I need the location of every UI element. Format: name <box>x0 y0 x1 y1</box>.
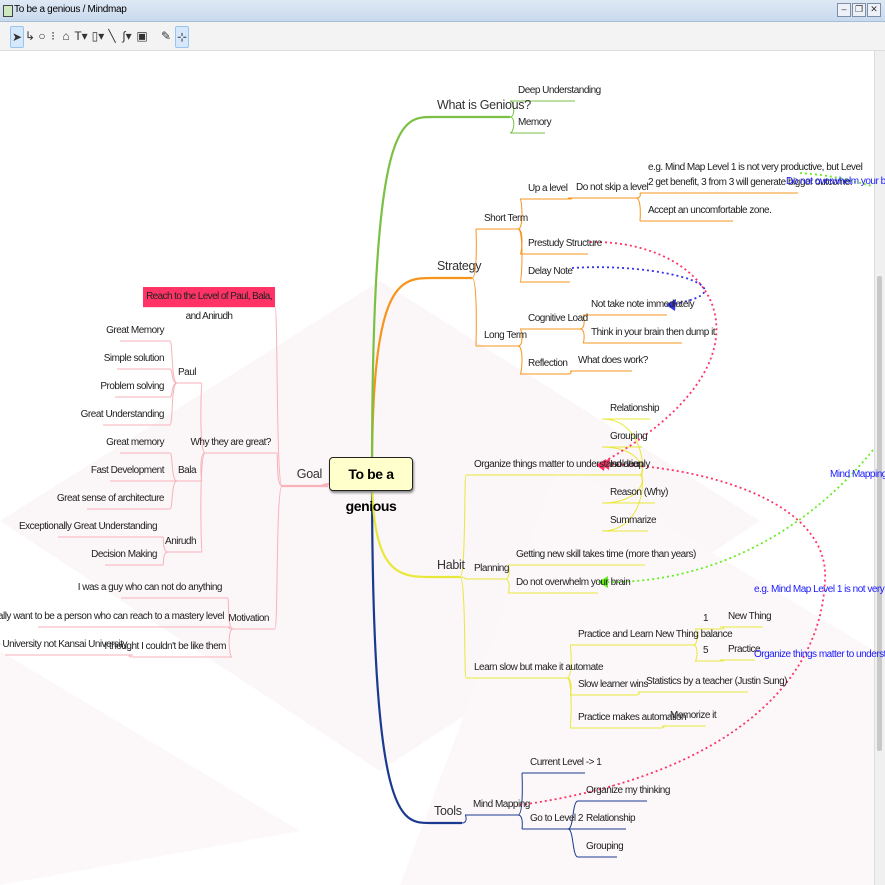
topic-cl[interactable]: Cognitive Load <box>528 313 588 325</box>
topic-ls[interactable]: Learn slow but make it automate <box>474 662 604 674</box>
topic-mot[interactable]: Motivation <box>228 613 269 625</box>
topic-rel1[interactable]: Relationship <box>610 403 660 415</box>
topic-five[interactable]: 5 <box>703 645 709 657</box>
topic-mem[interactable]: Memory <box>518 117 552 129</box>
topic-tb[interactable]: Think in your brain then dump it <box>591 327 716 339</box>
floating-label[interactable]: Organize things matter to understand ... <box>754 649 885 660</box>
topic-gns[interactable]: Getting new skill takes time (more than … <box>516 549 696 561</box>
topic-irr[interactable]: I really really want to be a person who … <box>0 611 224 623</box>
topic-cur[interactable]: Current Level -> 1 <box>530 757 602 769</box>
topic-eg-line1[interactable]: e.g. Mind Map Level 1 is not very produc… <box>648 162 863 174</box>
topic-strat[interactable]: Strategy <box>437 259 481 274</box>
topic-ps[interactable]: Problem solving <box>100 381 164 393</box>
topic-gm2[interactable]: Great memory <box>106 437 164 449</box>
topic-pre[interactable]: Prestudy Structure <box>528 238 602 250</box>
topic-tools[interactable]: Tools <box>434 804 462 819</box>
branch-connector <box>169 340 178 384</box>
topic-dm[interactable]: Decision Making <box>91 549 157 561</box>
branch-connector <box>274 306 283 487</box>
topic-pl[interactable]: Practice and Learn New Thing balance <box>578 629 733 641</box>
topic-dns[interactable]: Do not skip a level <box>576 182 649 194</box>
branch-connector <box>461 814 467 824</box>
branch-connector <box>517 345 523 375</box>
topic-grp1[interactable]: Grouping <box>610 431 648 443</box>
topic-slw[interactable]: Slow learner wins <box>578 679 648 691</box>
topic-plan[interactable]: Planning <box>474 563 509 575</box>
topic-nt2[interactable]: New Thing <box>728 611 772 623</box>
topic-nt[interactable]: Not take note immediately <box>591 299 695 311</box>
topic-goal[interactable]: Goal <box>297 467 323 482</box>
branch-connector <box>509 116 515 134</box>
branch-connector <box>274 485 283 630</box>
branch-connector <box>169 480 178 510</box>
branch-connector <box>370 473 431 825</box>
topic-stat[interactable]: Statistics by a teacher (Justin Sung) <box>646 676 788 688</box>
topic-rea[interactable]: Reason (Why) <box>610 487 668 499</box>
topic-iwas[interactable]: I was a guy who can not do anything <box>78 582 223 594</box>
topic-dno[interactable]: Do not overwhelm your brain <box>516 577 631 589</box>
branch-connector <box>370 115 434 475</box>
relation-link-red <box>589 241 718 466</box>
branch-connector <box>692 644 698 662</box>
topic-ani[interactable]: Anirudh <box>165 536 196 548</box>
branch-connector <box>370 276 434 475</box>
branch-connector <box>200 452 206 553</box>
branch-connector <box>228 628 234 658</box>
topic-upl[interactable]: Up a level <box>528 183 568 195</box>
topic-habit[interactable]: Habit <box>437 558 465 573</box>
topic-deep[interactable]: Deep Understanding <box>518 85 601 97</box>
topic-acc[interactable]: Accept an uncomfortable zone. <box>648 205 772 217</box>
branch-connector <box>567 828 579 858</box>
topic-gm[interactable]: Great Memory <box>106 325 164 337</box>
floating-label[interactable]: Do not overwhelm your brain. <box>786 176 885 187</box>
branch-connector <box>566 677 572 729</box>
topic-rel2[interactable]: Relationship <box>586 813 636 825</box>
topic-gu[interactable]: Great Understanding <box>81 409 165 421</box>
floating-label[interactable]: e.g. Mind Map Level 1 is not very prod..… <box>754 584 885 595</box>
topic-wdw[interactable]: What does work? <box>578 355 648 367</box>
branch-connector <box>169 382 178 426</box>
topic-ss[interactable]: Simple solution <box>104 353 165 365</box>
topic-fd[interactable]: Fast Development <box>91 465 165 477</box>
root-topic[interactable]: To be a genious <box>329 457 413 514</box>
topic-wig[interactable]: What is Genious? <box>437 98 531 113</box>
topic-iso[interactable]: Isolation <box>610 459 643 471</box>
topic-st[interactable]: Short Term <box>484 213 528 225</box>
topic-sum[interactable]: Summarize <box>610 515 657 527</box>
topic-egu[interactable]: Exceptionally Great Understanding <box>19 521 158 533</box>
topic-why[interactable]: Why they are great? <box>190 437 271 449</box>
topic-gsa[interactable]: Great sense of architecture <box>57 493 165 505</box>
goal-reach-node[interactable]: Reach to the Level of Paul, Bala, and An… <box>143 287 275 322</box>
floating-label[interactable]: Mind Mapping <box>830 469 885 480</box>
branch-connector <box>169 452 178 482</box>
topic-try[interactable]: Try Tokyo University not Kansai Universi… <box>0 639 128 651</box>
branch-connector <box>504 578 510 594</box>
topic-one[interactable]: 1 <box>703 613 709 625</box>
branch-connector <box>517 814 523 830</box>
topic-omt[interactable]: Organize my thinking <box>586 785 670 797</box>
branch-connector <box>635 197 641 222</box>
topic-mem2[interactable]: Memorize it <box>670 710 717 722</box>
branch-connector <box>471 277 477 347</box>
branch-connector <box>579 328 585 344</box>
topic-paul[interactable]: Paul <box>178 367 197 379</box>
topic-mm[interactable]: Mind Mapping <box>473 799 530 811</box>
topic-dn[interactable]: Delay Note <box>528 266 573 278</box>
topic-ref[interactable]: Reflection <box>528 358 568 370</box>
topic-grp2[interactable]: Grouping <box>586 841 624 853</box>
branch-connector <box>162 551 169 566</box>
topic-bala[interactable]: Bala <box>178 465 197 477</box>
topic-gl2[interactable]: Go to Level 2 <box>530 813 583 825</box>
branch-connector <box>459 576 467 679</box>
topic-lt[interactable]: Long Term <box>484 330 527 342</box>
